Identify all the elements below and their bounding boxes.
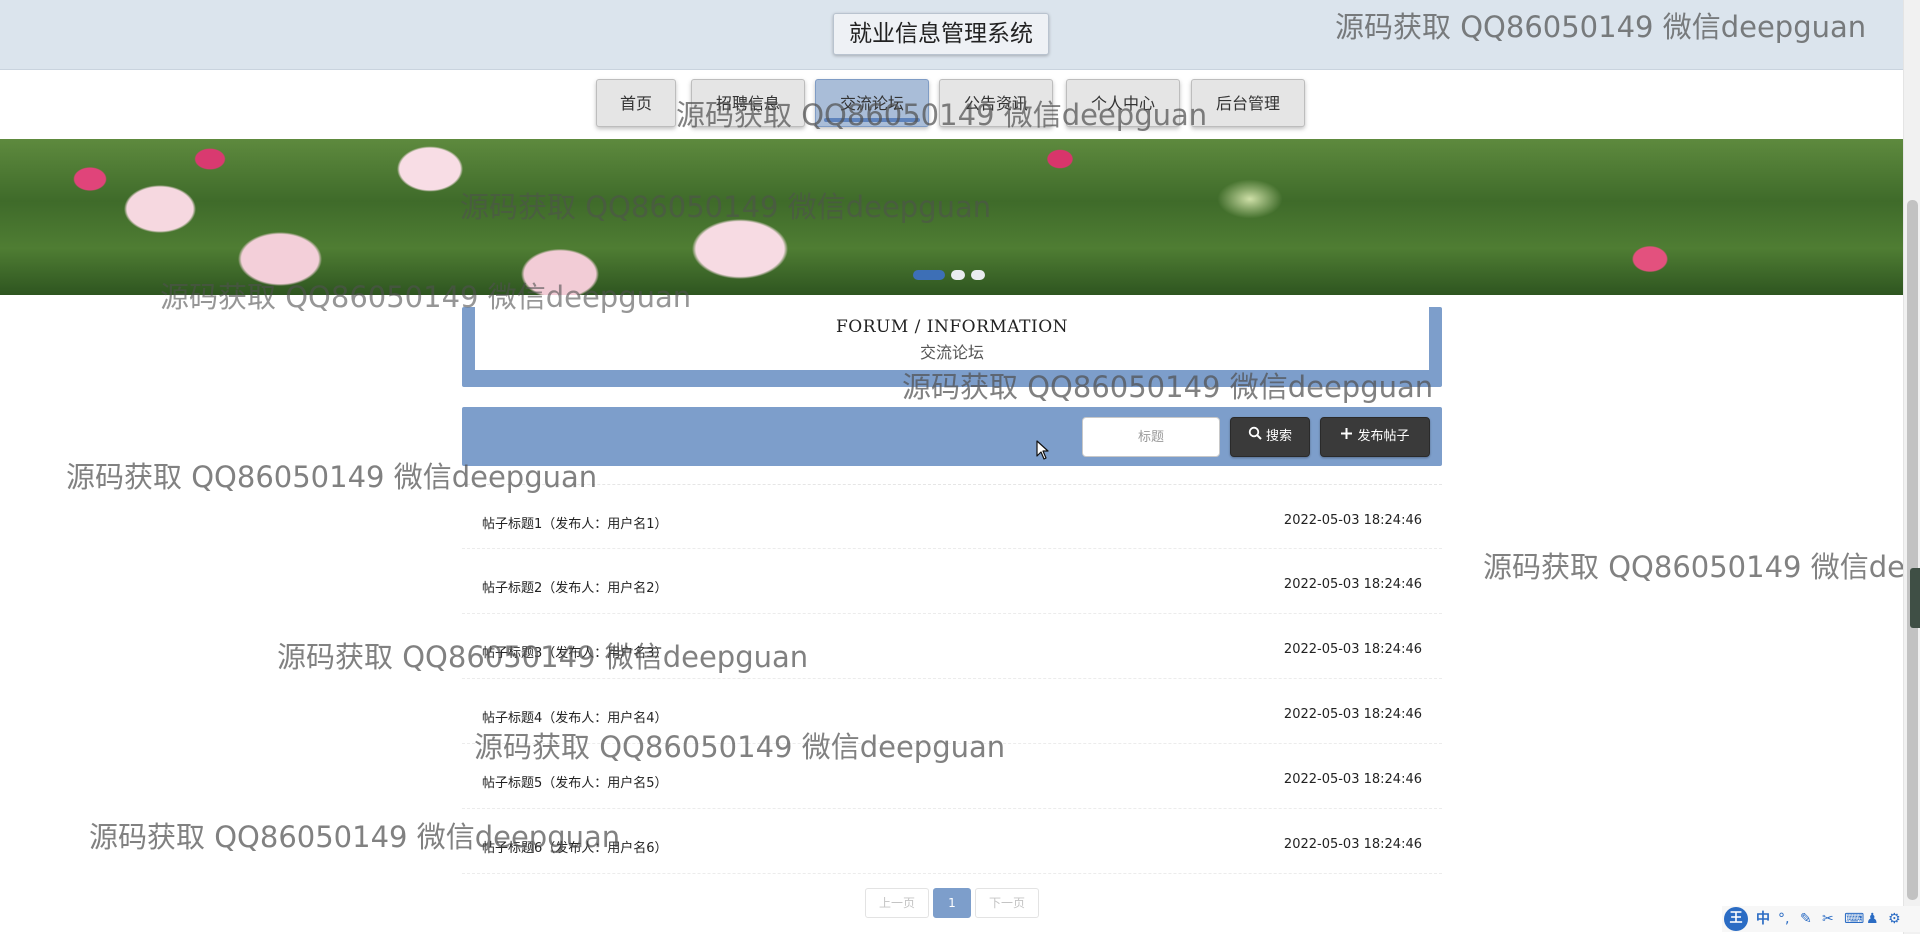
mouse-cursor-icon (1036, 440, 1049, 460)
site-title: 就业信息管理系统 (833, 13, 1049, 55)
post-time: 2022-05-03 18:24:46 (1283, 513, 1422, 528)
carousel-dot-1[interactable] (913, 269, 945, 280)
nav-item-recruitment[interactable]: 招聘信息 (691, 79, 805, 127)
carousel-indicators (913, 264, 991, 280)
carousel-dot-2[interactable] (951, 269, 965, 280)
nav-item-personal-center[interactable]: 个人中心 (1066, 79, 1180, 127)
side-tab[interactable] (1910, 568, 1920, 628)
post-row[interactable]: 帖子标题6（发布人：用户名6） 2022-05-03 18:24:46 (462, 809, 1442, 874)
section-title-box: FORUM / INFORMATION 交流论坛 (475, 307, 1429, 370)
section-title-panel: FORUM / INFORMATION 交流论坛 (462, 307, 1442, 387)
main-nav: 首页 招聘信息 交流论坛 公告资讯 个人中心 后台管理 (0, 71, 1903, 139)
prev-page-button[interactable]: 上一页 (865, 888, 929, 918)
post-title[interactable]: 帖子标题3（发布人：用户名3） (482, 642, 668, 661)
post-time: 2022-05-03 18:24:46 (1283, 772, 1422, 787)
ime-pen-icon[interactable]: ✎ (1800, 909, 1812, 929)
site-header: 就业信息管理系统 (0, 0, 1903, 70)
banner-carousel[interactable] (0, 139, 1903, 295)
post-row[interactable]: 帖子标题1（发布人：用户名1） 2022-05-03 18:24:46 (462, 484, 1442, 549)
ime-keyboard-icon[interactable]: ⌨ (1844, 909, 1864, 929)
search-button[interactable]: 搜索 (1230, 417, 1310, 457)
post-row[interactable]: 帖子标题2（发布人：用户名2） 2022-05-03 18:24:46 (462, 549, 1442, 614)
publish-post-button[interactable]: 发布帖子 (1320, 417, 1430, 457)
page-root: 就业信息管理系统 首页 招聘信息 交流论坛 公告资讯 个人中心 后台管理 FOR… (0, 0, 1920, 934)
nav-item-home[interactable]: 首页 (596, 79, 676, 127)
post-title[interactable]: 帖子标题4（发布人：用户名4） (482, 707, 668, 726)
search-icon (1248, 418, 1262, 456)
post-title[interactable]: 帖子标题2（发布人：用户名2） (482, 577, 668, 596)
section-title-en: FORUM / INFORMATION (835, 317, 1069, 337)
next-page-button[interactable]: 下一页 (975, 888, 1039, 918)
post-title[interactable]: 帖子标题1（发布人：用户名1） (482, 513, 668, 532)
post-title[interactable]: 帖子标题5（发布人：用户名5） (482, 772, 668, 791)
nav-item-announcements[interactable]: 公告资讯 (939, 79, 1053, 127)
scrollbar-thumb[interactable] (1907, 200, 1918, 900)
ime-settings-icon[interactable]: ⚙ (1888, 909, 1901, 929)
ime-scissors-icon[interactable]: ✂ (1822, 909, 1834, 929)
section-title-cn: 交流论坛 (919, 343, 984, 362)
publish-post-label: 发布帖子 (1357, 429, 1410, 444)
page-number-button[interactable]: 1 (933, 888, 971, 918)
title-search-input[interactable] (1082, 417, 1220, 457)
post-title[interactable]: 帖子标题6（发布人：用户名6） (482, 837, 668, 856)
search-bar: 搜索 发布帖子 (462, 407, 1442, 466)
page-scrollbar[interactable] (1903, 0, 1920, 934)
search-button-label: 搜索 (1265, 429, 1292, 444)
ime-punctuation-icon[interactable]: °, (1778, 909, 1789, 929)
post-time: 2022-05-03 18:24:46 (1283, 577, 1422, 592)
ime-skin-icon[interactable]: ♟ (1866, 909, 1879, 929)
post-time: 2022-05-03 18:24:46 (1283, 707, 1422, 722)
post-row[interactable]: 帖子标题4（发布人：用户名4） 2022-05-03 18:24:46 (462, 679, 1442, 744)
ime-logo[interactable]: 王 (1724, 907, 1748, 931)
post-row[interactable]: 帖子标题5（发布人：用户名5） 2022-05-03 18:24:46 (462, 744, 1442, 809)
ime-language-toggle[interactable]: 中 (1756, 909, 1770, 929)
nav-item-admin[interactable]: 后台管理 (1191, 79, 1305, 127)
post-time: 2022-05-03 18:24:46 (1283, 837, 1422, 852)
post-list: 帖子标题1（发布人：用户名1） 2022-05-03 18:24:46 帖子标题… (462, 484, 1442, 874)
carousel-dot-3[interactable] (971, 269, 985, 280)
ime-toolbar: 王 中 °, ✎ ✂ ⌨ ♟ ⚙ (1722, 906, 1920, 932)
plus-icon (1340, 418, 1353, 456)
watermark-text: 源码获取 QQ86050149 微信de (1483, 550, 1905, 584)
post-time: 2022-05-03 18:24:46 (1283, 642, 1422, 657)
nav-item-forum[interactable]: 交流论坛 (815, 79, 929, 127)
post-row[interactable]: 帖子标题3（发布人：用户名3） 2022-05-03 18:24:46 (462, 614, 1442, 679)
